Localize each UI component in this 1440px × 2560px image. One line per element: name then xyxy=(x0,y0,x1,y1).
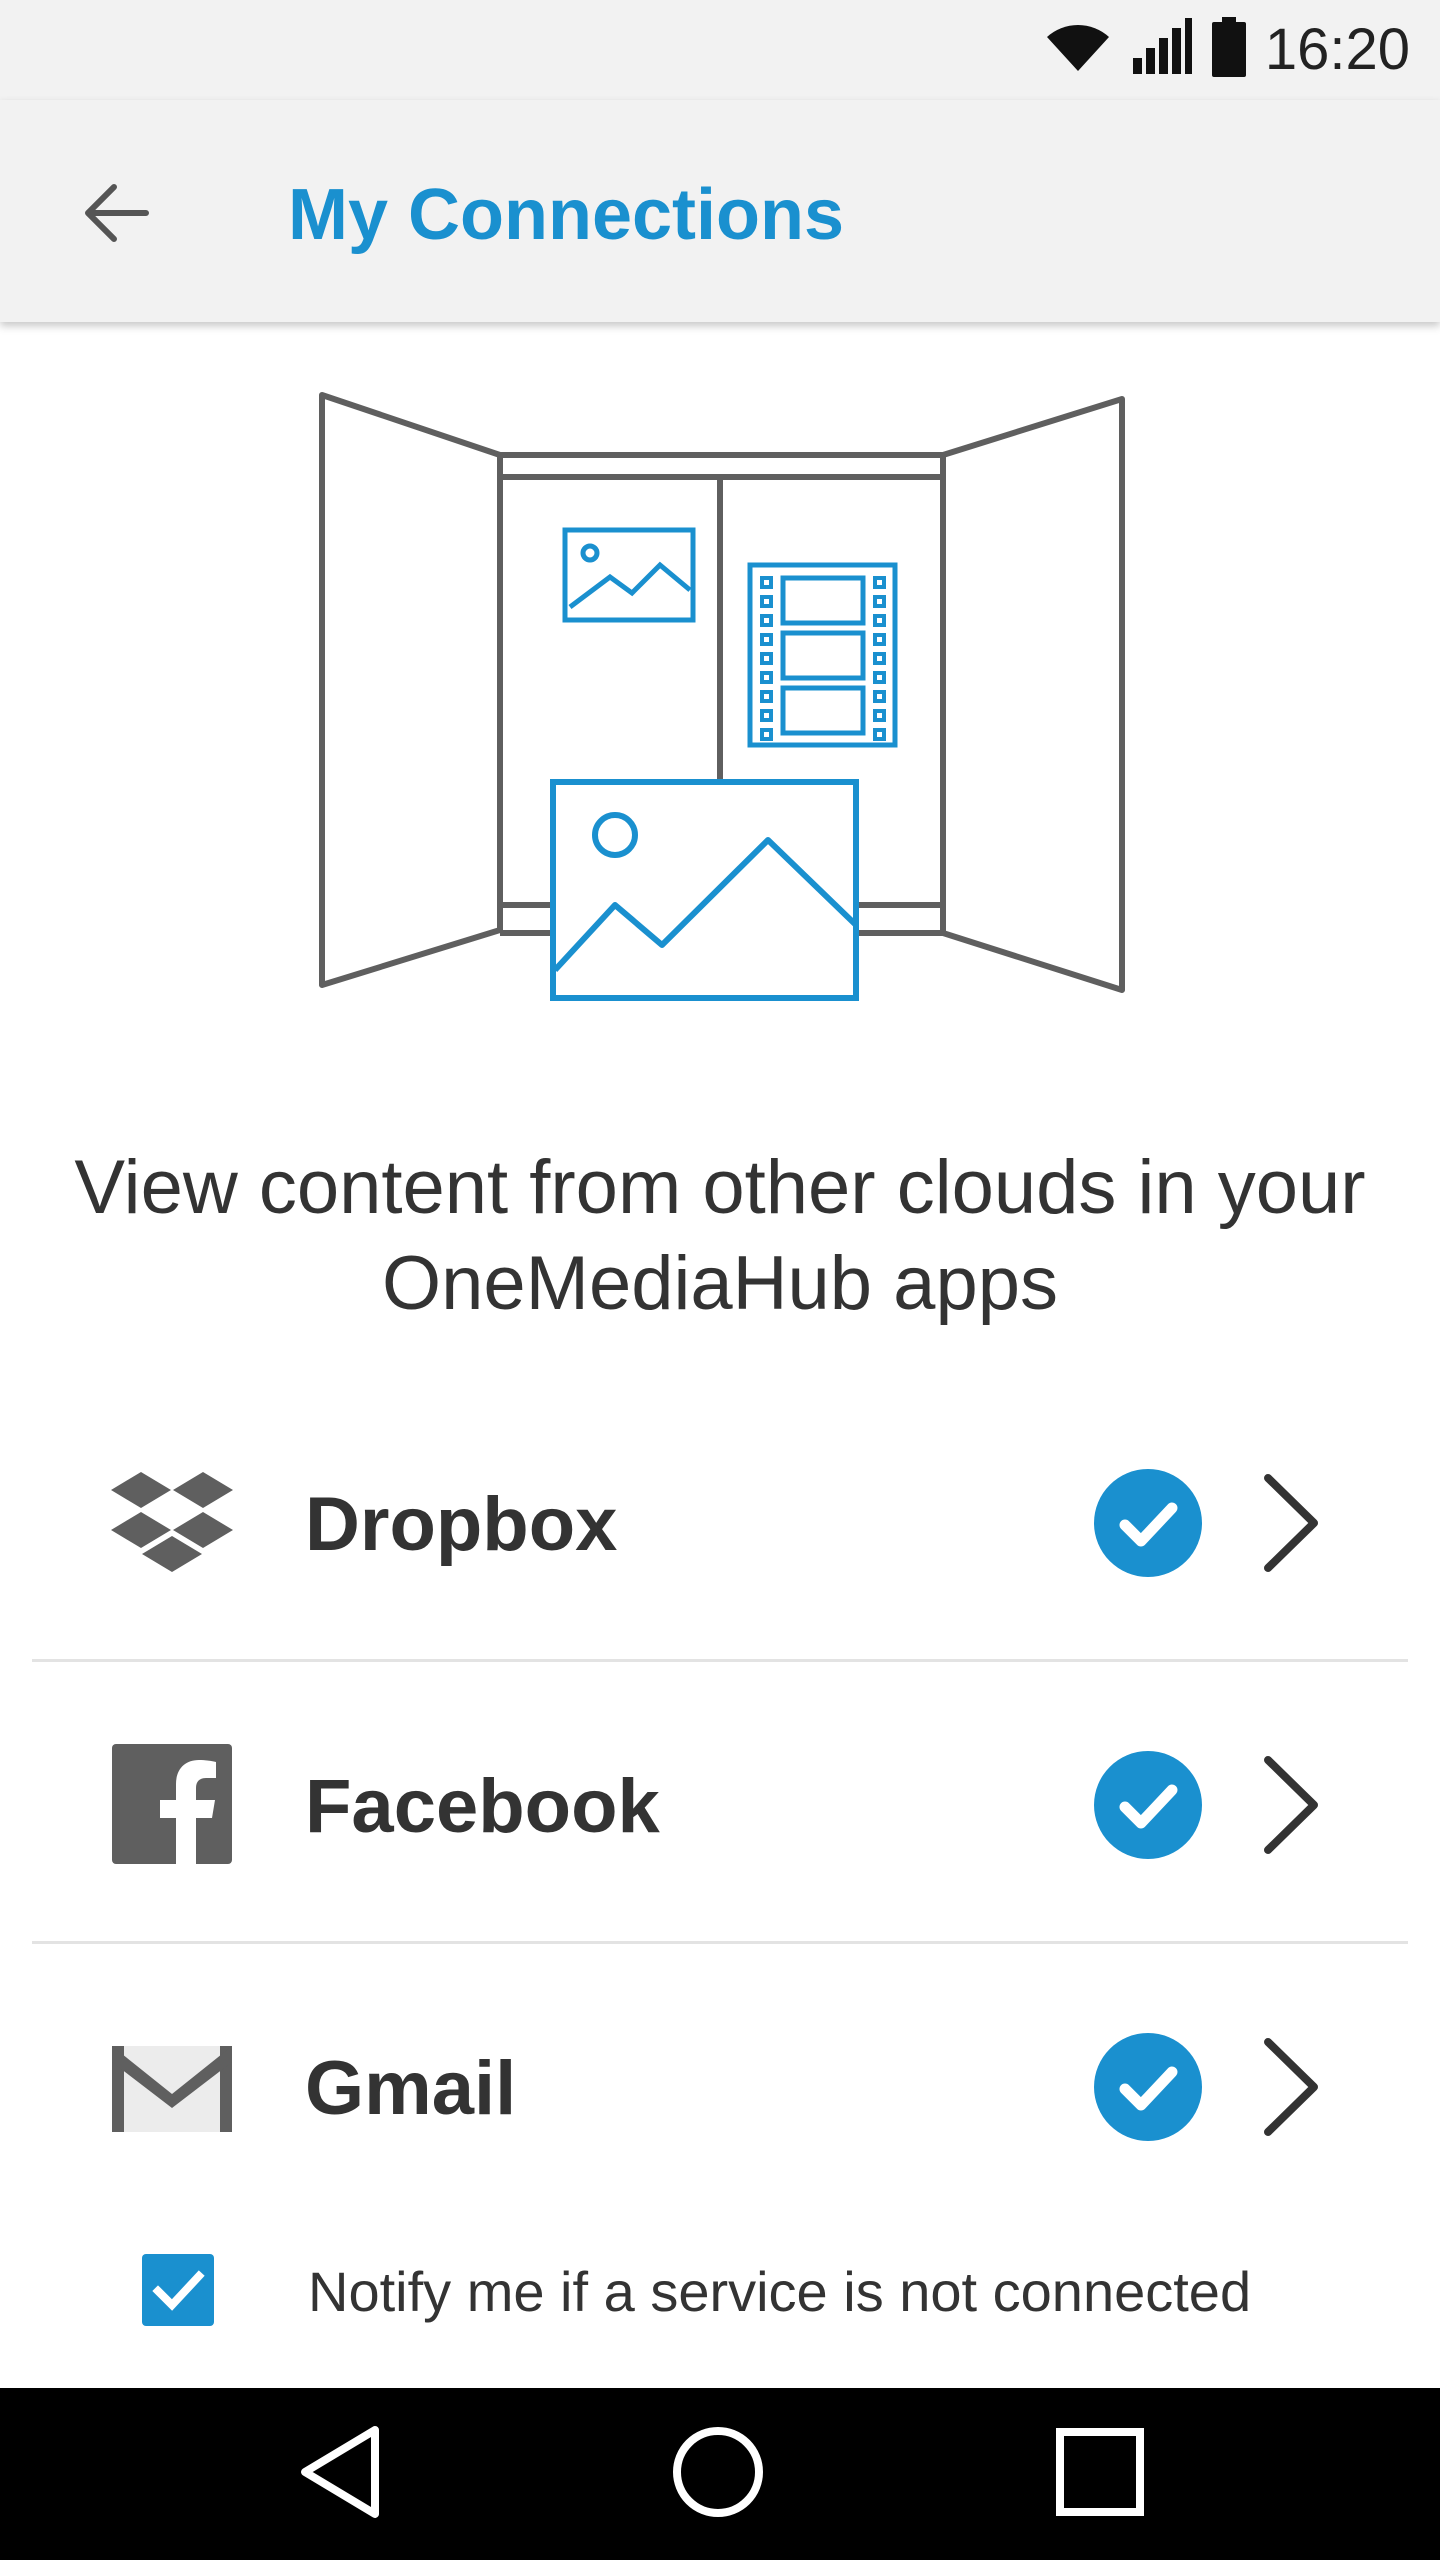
dropbox-icon xyxy=(110,1460,234,1584)
arrow-left-icon xyxy=(80,181,150,250)
app-bar: My Connections xyxy=(0,100,1440,322)
recents-square-icon xyxy=(1055,2427,1145,2522)
service-row-facebook[interactable]: Facebook xyxy=(0,1662,1440,1944)
service-row-dropbox[interactable]: Dropbox xyxy=(0,1380,1440,1662)
chevron-right-icon xyxy=(1252,1750,1332,1860)
cloud-content-illustration xyxy=(310,385,1140,1015)
signal-icon xyxy=(1131,17,1193,81)
notify-label[interactable]: Notify me if a service is not connected xyxy=(308,2260,1251,2324)
service-row-gmail[interactable]: Gmail xyxy=(0,1944,1440,2226)
page-title: My Connections xyxy=(288,175,845,255)
notify-row: Notify me if a service is not connected xyxy=(0,2240,1440,2340)
check-circle-icon xyxy=(1093,2032,1203,2142)
back-button[interactable] xyxy=(60,160,170,270)
checkmark-icon xyxy=(152,2270,205,2311)
check-circle-icon xyxy=(1093,1750,1203,1860)
service-name: Facebook xyxy=(305,1764,660,1849)
notify-checkbox[interactable] xyxy=(142,2254,214,2326)
facebook-icon xyxy=(110,1742,234,1866)
home-circle-icon xyxy=(670,2424,766,2525)
battery-icon xyxy=(1211,16,1247,82)
chevron-right-icon xyxy=(1252,1468,1332,1578)
nav-home-button[interactable] xyxy=(658,2414,778,2534)
status-time: 16:20 xyxy=(1264,16,1410,82)
gmail-icon xyxy=(110,2024,234,2148)
status-icons: 16:20 xyxy=(1043,14,1410,84)
nav-back-button[interactable] xyxy=(280,2414,400,2534)
back-triangle-icon xyxy=(295,2424,385,2525)
service-name: Dropbox xyxy=(305,1482,618,1567)
navigation-bar xyxy=(0,2388,1440,2560)
service-list: Dropbox Facebook Gmail xyxy=(0,1380,1440,2226)
chevron-right-icon xyxy=(1252,2032,1332,2142)
status-bar: 16:20 xyxy=(0,0,1440,100)
service-name: Gmail xyxy=(305,2046,517,2131)
nav-recents-button[interactable] xyxy=(1040,2414,1160,2534)
wifi-icon xyxy=(1043,19,1113,80)
check-circle-icon xyxy=(1093,1468,1203,1578)
headline: View content from other clouds in your O… xyxy=(74,1145,1366,1326)
